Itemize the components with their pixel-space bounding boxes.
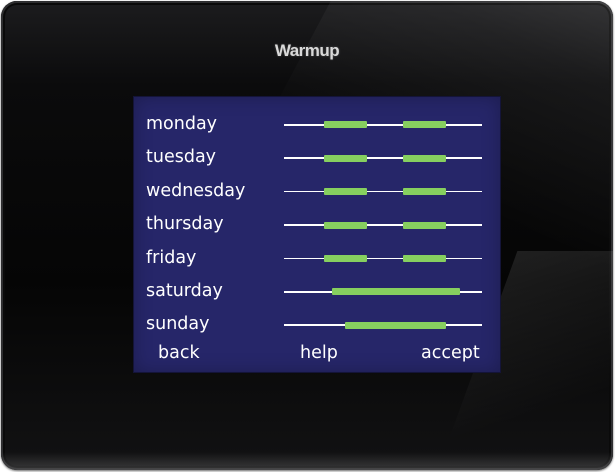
accept-button[interactable]: accept [421, 342, 480, 364]
schedule-row-saturday[interactable]: saturday [134, 275, 500, 308]
heating-period-bar[interactable] [323, 188, 368, 196]
timeline-track [284, 321, 482, 329]
heating-period-bar[interactable] [331, 288, 461, 296]
heating-period-bar[interactable] [402, 254, 447, 262]
schedule-row-thursday[interactable]: thursday [134, 208, 500, 241]
heating-period-bar[interactable] [323, 121, 368, 129]
timeline-track [284, 154, 482, 162]
timeline-track [284, 288, 482, 296]
timeline-track [284, 221, 482, 229]
device-bottom-edge [1, 452, 613, 470]
schedule-row-friday[interactable]: friday [134, 242, 500, 275]
back-button[interactable]: back [158, 342, 200, 364]
timeline-track [284, 254, 482, 262]
heating-period-bar[interactable] [323, 221, 368, 229]
day-label: tuesday [146, 147, 217, 168]
thermostat-device: Warmup monday tuesday wednesday thursday fri… [1, 1, 613, 470]
brand-logo: Warmup [274, 41, 340, 60]
day-label: friday [146, 247, 197, 268]
day-label: sunday [146, 314, 210, 335]
day-label: wednesday [146, 180, 246, 201]
display-screen: monday tuesday wednesday thursday friday satu… [134, 97, 500, 372]
heating-period-bar[interactable] [323, 254, 368, 262]
help-button[interactable]: help [300, 342, 338, 364]
timeline-track [284, 121, 482, 129]
heating-period-bar[interactable] [402, 121, 447, 129]
day-label: monday [146, 114, 218, 134]
heating-period-bar[interactable] [345, 321, 447, 329]
heating-period-bar[interactable] [402, 188, 447, 196]
timeline-track [284, 188, 482, 196]
heating-period-bar[interactable] [402, 221, 447, 229]
schedule-row-sunday[interactable]: sunday [134, 308, 500, 341]
heating-period-bar[interactable] [402, 154, 447, 162]
schedule-row-monday[interactable]: monday [134, 108, 500, 141]
schedule-row-tuesday[interactable]: tuesday [134, 141, 500, 174]
day-label: thursday [146, 214, 224, 235]
schedule-row-wednesday[interactable]: wednesday [134, 175, 500, 208]
heating-period-bar[interactable] [323, 154, 368, 162]
day-label: saturday [146, 281, 223, 301]
